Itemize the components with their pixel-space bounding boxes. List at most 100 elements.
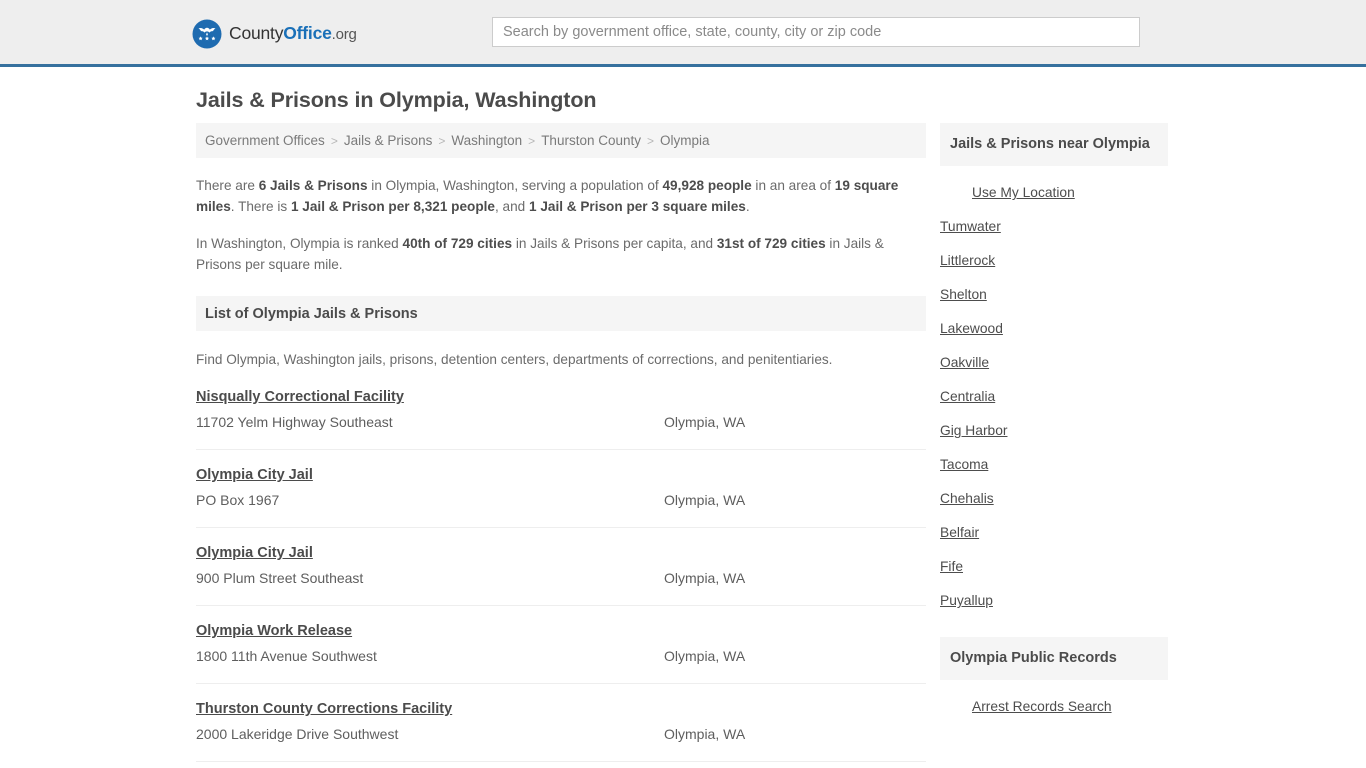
intro-text: In Washington, Olympia is ranked	[196, 236, 403, 251]
sidebar-city-tumwater[interactable]: Tumwater	[940, 219, 1001, 234]
listing-city-state: Olympia, WA	[664, 492, 746, 508]
search-container	[492, 17, 1140, 47]
listing-address: PO Box 1967	[196, 492, 280, 508]
listing-name-link[interactable]: Nisqually Correctional Facility	[196, 388, 404, 407]
list-item[interactable]: Shelton	[940, 278, 1168, 312]
table-row: Olympia Work Release 1800 11th Avenue So…	[196, 606, 926, 684]
table-row: Nisqually Correctional Facility 11702 Ye…	[196, 388, 926, 450]
intro-rank-per-capita: 40th of 729 cities	[402, 236, 513, 251]
intro-text: in Jails & Prisons per capita, and	[512, 236, 717, 251]
listing-detail-row: PO Box 1967 Olympia, WA	[196, 490, 926, 510]
eagle-stars-seal-icon	[192, 19, 222, 49]
intro-text: in an area of	[751, 178, 835, 193]
breadcrumb-separator-icon: >	[647, 133, 655, 148]
intro-stat-per-people: 1 Jail & Prison per 8,321 people	[290, 199, 495, 214]
intro-text: in Olympia, Washington, serving a popula…	[367, 178, 663, 193]
sidebar-city-littlerock[interactable]: Littlerock	[940, 253, 995, 268]
sidebar-city-tacoma[interactable]: Tacoma	[940, 457, 988, 472]
listing-detail-row: 11702 Yelm Highway Southeast Olympia, WA	[196, 412, 926, 432]
use-my-location-row[interactable]: Use My Location	[940, 176, 1168, 210]
listing-name-link[interactable]: Olympia Work Release	[196, 622, 352, 641]
sidebar-city-lakewood[interactable]: Lakewood	[940, 321, 1003, 336]
intro-stat-population: 49,928 people	[662, 178, 752, 193]
list-item[interactable]: Gig Harbor	[940, 414, 1168, 448]
intro-stat-count: 6 Jails & Prisons	[258, 178, 368, 193]
public-records-panel-links: Arrest Records Search	[940, 680, 1168, 724]
search-input[interactable]	[492, 17, 1140, 47]
listing-city-state: Olympia, WA	[664, 414, 746, 430]
listing-detail-row: 900 Plum Street Southeast Olympia, WA	[196, 568, 926, 588]
intro-text: .	[745, 199, 750, 214]
breadcrumb: Government Offices > Jails & Prisons > W…	[196, 123, 926, 158]
breadcrumb-item-thurston-county[interactable]: Thurston County	[541, 133, 641, 148]
site-header: CountyOffice.org	[0, 0, 1366, 67]
sidebar-city-oakville[interactable]: Oakville	[940, 355, 989, 370]
breadcrumb-item-jails-prisons[interactable]: Jails & Prisons	[344, 133, 433, 148]
listing-address: 900 Plum Street Southeast	[196, 570, 364, 586]
listing-address: 2000 Lakeridge Drive Southwest	[196, 726, 399, 742]
list-item[interactable]: Tumwater	[940, 210, 1168, 244]
intro-text: , and	[494, 199, 529, 214]
breadcrumb-separator-icon: >	[528, 133, 536, 148]
listing-city-state: Olympia, WA	[664, 726, 746, 742]
listing-city-state: Olympia, WA	[664, 570, 746, 586]
table-row: Thurston County Juvenile Detention 2801 …	[196, 762, 926, 768]
list-item[interactable]: Chehalis	[940, 482, 1168, 516]
table-row: Olympia City Jail 900 Plum Street Southe…	[196, 528, 926, 606]
sidebar-city-shelton[interactable]: Shelton	[940, 287, 987, 302]
list-item[interactable]: Arrest Records Search	[940, 690, 1168, 724]
list-item[interactable]: Lakewood	[940, 312, 1168, 346]
listing-detail-row: 2000 Lakeridge Drive Southwest Olympia, …	[196, 724, 926, 744]
logo-text-county: County	[229, 23, 284, 44]
list-section-description: Find Olympia, Washington jails, prisons,…	[196, 352, 833, 367]
intro-stat-per-area: 1 Jail & Prison per 3 square miles	[528, 199, 746, 214]
listing-city-state: Olympia, WA	[664, 648, 746, 664]
listings-container: Nisqually Correctional Facility 11702 Ye…	[196, 388, 926, 768]
intro-text: . There is	[230, 199, 291, 214]
list-item[interactable]: Oakville	[940, 346, 1168, 380]
table-row: Thurston County Corrections Facility 200…	[196, 684, 926, 762]
list-item[interactable]: Puyallup	[940, 584, 1168, 618]
listing-name-link[interactable]: Olympia City Jail	[196, 544, 313, 563]
listing-name-link[interactable]: Thurston County Corrections Facility	[196, 700, 452, 719]
list-section-header: List of Olympia Jails & Prisons	[196, 296, 926, 331]
main-content: Government Offices > Jails & Prisons > W…	[196, 123, 926, 768]
logo-text-org: .org	[331, 26, 357, 44]
nearby-panel-header: Jails & Prisons near Olympia	[940, 123, 1168, 166]
intro-paragraph-statistics: There are 6 Jails & Prisons in Olympia, …	[196, 175, 926, 217]
sidebar-city-belfair[interactable]: Belfair	[940, 525, 979, 540]
listing-detail-row: 1800 11th Avenue Southwest Olympia, WA	[196, 646, 926, 666]
list-item[interactable]: Tacoma	[940, 448, 1168, 482]
sidebar-city-puyallup[interactable]: Puyallup	[940, 593, 993, 608]
sidebar-city-gig-harbor[interactable]: Gig Harbor	[940, 423, 1007, 438]
nearby-panel-links: Use My Location Tumwater Littlerock Shel…	[940, 166, 1168, 618]
listing-name-link[interactable]: Olympia City Jail	[196, 466, 313, 485]
nearby-jails-panel: Jails & Prisons near Olympia Use My Loca…	[940, 123, 1168, 618]
sidebar-city-chehalis[interactable]: Chehalis	[940, 491, 994, 506]
list-item[interactable]: Belfair	[940, 516, 1168, 550]
breadcrumb-item-olympia[interactable]: Olympia	[660, 133, 710, 148]
intro-text: There are	[196, 178, 259, 193]
sidebar-city-fife[interactable]: Fife	[940, 559, 963, 574]
public-records-panel-header: Olympia Public Records	[940, 637, 1168, 680]
sidebar: Jails & Prisons near Olympia Use My Loca…	[940, 123, 1168, 724]
list-item[interactable]: Centralia	[940, 380, 1168, 414]
breadcrumb-item-washington[interactable]: Washington	[451, 133, 522, 148]
arrest-records-search-link[interactable]: Arrest Records Search	[972, 699, 1112, 714]
table-row: Olympia City Jail PO Box 1967 Olympia, W…	[196, 450, 926, 528]
use-my-location-link[interactable]: Use My Location	[972, 185, 1075, 200]
list-item[interactable]: Fife	[940, 550, 1168, 584]
breadcrumb-separator-icon: >	[330, 133, 338, 148]
listing-address: 11702 Yelm Highway Southeast	[196, 414, 393, 430]
intro-paragraph-ranking: In Washington, Olympia is ranked 40th of…	[196, 233, 926, 275]
page-title: Jails & Prisons in Olympia, Washington	[196, 88, 597, 112]
listing-address: 1800 11th Avenue Southwest	[196, 648, 377, 664]
list-item[interactable]: Littlerock	[940, 244, 1168, 278]
intro-rank-per-square-mile: 31st of 729 cities	[716, 236, 826, 251]
sidebar-city-centralia[interactable]: Centralia	[940, 389, 995, 404]
logo-wordmark: CountyOffice.org	[229, 25, 357, 43]
breadcrumb-item-government-offices[interactable]: Government Offices	[205, 133, 325, 148]
breadcrumb-separator-icon: >	[438, 133, 446, 148]
logo-text-office: Office	[283, 23, 332, 44]
site-logo[interactable]: CountyOffice.org	[192, 19, 357, 49]
